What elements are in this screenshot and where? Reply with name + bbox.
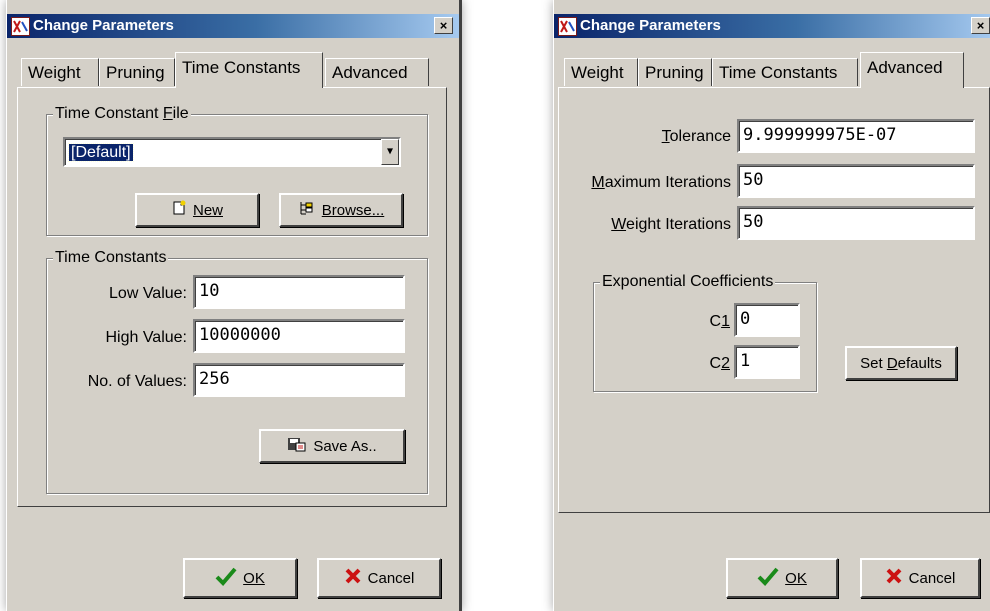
tab-weight[interactable]: Weight xyxy=(21,58,99,86)
tab-strip: Weight Pruning Time Constants Advanced xyxy=(554,50,990,88)
c1-label: C1 xyxy=(709,313,730,330)
group-legend-exponential-coefficients: Exponential Coefficients xyxy=(600,273,776,291)
maximum-iterations-input[interactable]: 50 xyxy=(737,164,975,198)
checkmark-icon xyxy=(215,566,237,590)
browse-tree-icon xyxy=(298,200,316,220)
save-as-icon xyxy=(287,436,307,456)
ok-button[interactable]: OK xyxy=(183,558,297,598)
number-of-values-label: No. of Values: xyxy=(87,373,187,390)
tab-weight[interactable]: Weight xyxy=(564,58,638,86)
checkmark-icon xyxy=(757,566,779,590)
time-constants-group: Time Constants Low Value: 10 High Value:… xyxy=(46,249,428,494)
title-bar[interactable]: Change Parameters × xyxy=(7,14,459,38)
new-button[interactable]: New xyxy=(135,193,259,227)
c2-label: C2 xyxy=(709,355,730,372)
cancel-button-label: Cancel xyxy=(367,569,415,587)
low-value-input[interactable]: 10 xyxy=(193,275,405,309)
app-icon xyxy=(11,17,30,36)
group-legend: Time Constant File xyxy=(53,105,191,123)
high-value-input[interactable]: 10000000 xyxy=(193,319,405,353)
browse-button[interactable]: Browse... xyxy=(279,193,403,227)
tab-pruning[interactable]: Pruning xyxy=(99,58,175,86)
close-button[interactable]: × xyxy=(971,17,990,34)
cancel-button[interactable]: Cancel xyxy=(317,558,441,598)
number-of-values-input[interactable]: 256 xyxy=(193,363,405,397)
tab-time-constants[interactable]: Time Constants xyxy=(712,58,858,86)
tab-time-constants[interactable]: Time Constants xyxy=(175,52,323,88)
tab-strip: Weight Pruning Time Constants Advanced xyxy=(7,50,459,88)
tab-pruning[interactable]: Pruning xyxy=(638,58,712,86)
new-button-label: New xyxy=(192,201,223,219)
ok-button-label: OK xyxy=(785,569,807,587)
tolerance-label: Tolerance xyxy=(661,128,731,145)
red-x-icon xyxy=(344,567,362,589)
c2-input[interactable]: 1 xyxy=(734,345,800,379)
maximum-iterations-label: Maximum Iterations xyxy=(591,174,731,191)
tab-advanced[interactable]: Advanced xyxy=(325,58,429,86)
change-parameters-dialog-time-constants: Change Parameters × Weight Pruning Time … xyxy=(6,0,462,611)
set-defaults-button-label: Set Defaults xyxy=(860,354,942,372)
browse-button-label: Browse... xyxy=(321,201,385,219)
ok-button-label: OK xyxy=(243,569,265,587)
exponential-coefficients-group: Exponential Coefficients C1 0 C2 1 xyxy=(593,273,817,392)
save-as-button[interactable]: Save As.. xyxy=(259,429,405,463)
low-value-label: Low Value: xyxy=(109,285,187,302)
ok-button[interactable]: OK xyxy=(726,558,838,598)
high-value-label: High Value: xyxy=(105,329,187,346)
tab-advanced[interactable]: Advanced xyxy=(860,52,964,88)
time-constant-file-group: Time Constant File [Default] ▼ New Brows… xyxy=(46,105,428,236)
chevron-down-icon[interactable]: ▼ xyxy=(381,139,399,165)
cancel-button-label: Cancel xyxy=(908,569,956,587)
tab-panel: Tolerance 9.999999975E-07 Maximum Iterat… xyxy=(558,87,990,513)
close-button[interactable]: × xyxy=(434,17,453,34)
c1-input[interactable]: 0 xyxy=(734,303,800,337)
tab-panel: Time Constant File [Default] ▼ New Brows… xyxy=(17,87,447,507)
set-defaults-button[interactable]: Set Defaults xyxy=(845,346,957,380)
save-as-button-label: Save As.. xyxy=(313,437,377,455)
window-title: Change Parameters xyxy=(580,17,721,34)
red-x-icon xyxy=(885,567,903,589)
new-document-icon xyxy=(171,200,187,220)
tolerance-input[interactable]: 9.999999975E-07 xyxy=(737,119,975,153)
cancel-button[interactable]: Cancel xyxy=(860,558,980,598)
title-bar[interactable]: Change Parameters × xyxy=(554,14,990,38)
window-title: Change Parameters xyxy=(33,17,174,34)
app-icon xyxy=(558,17,577,36)
combo-selected-value: [Default] xyxy=(68,143,134,162)
time-constant-file-combo[interactable]: [Default] ▼ xyxy=(63,137,401,167)
change-parameters-dialog-advanced: Change Parameters × Weight Pruning Time … xyxy=(553,0,990,611)
weight-iterations-input[interactable]: 50 xyxy=(737,206,975,240)
group-legend-time-constants: Time Constants xyxy=(53,249,169,267)
weight-iterations-label: Weight Iterations xyxy=(611,216,731,233)
